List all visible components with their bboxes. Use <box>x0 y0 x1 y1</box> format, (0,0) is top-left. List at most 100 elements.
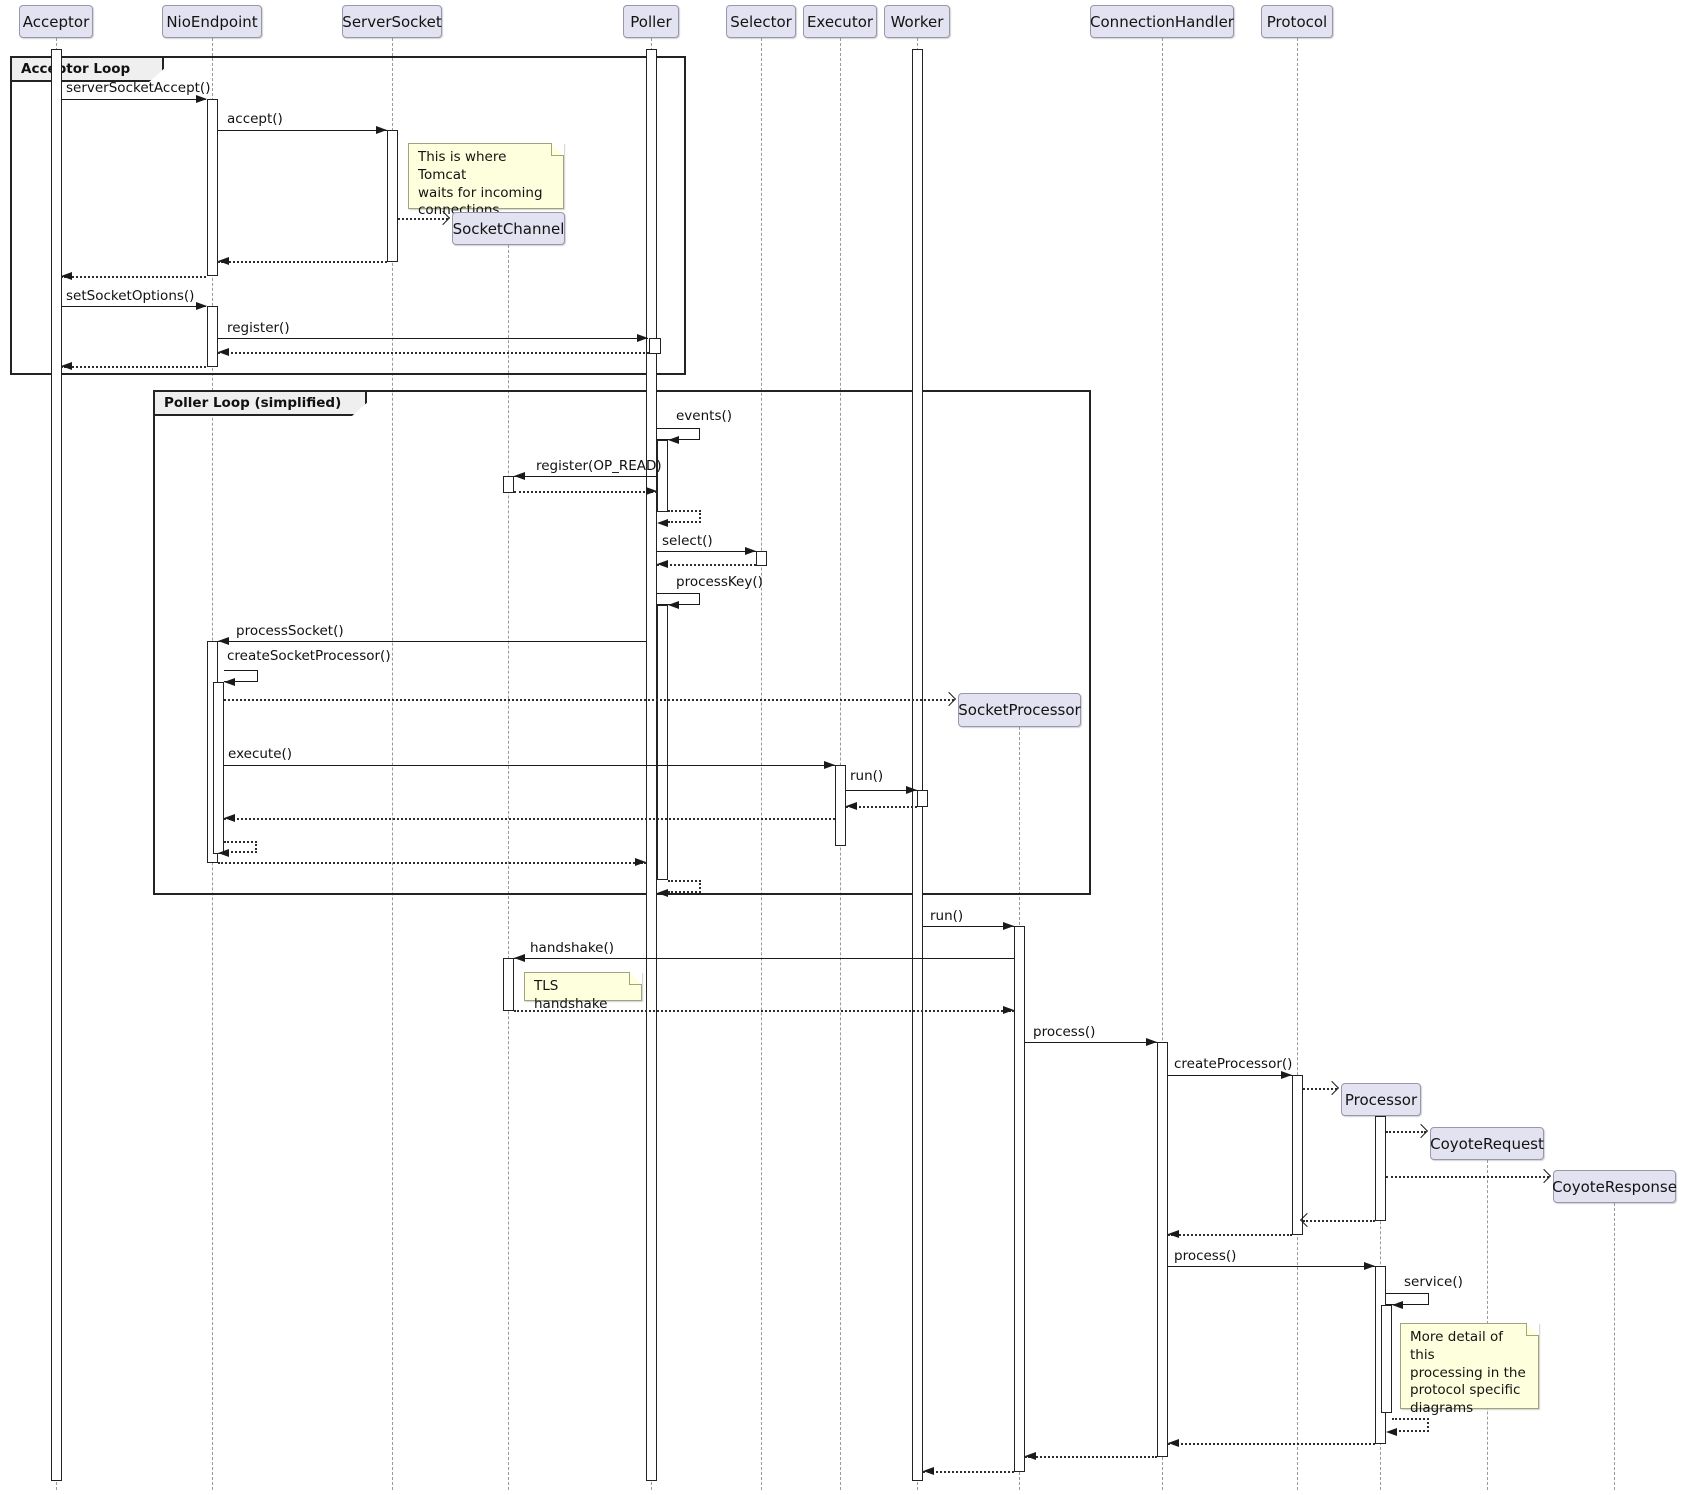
arrowhead-icon <box>846 802 857 810</box>
object-coyoteresponse: CoyoteResponse <box>1553 1170 1676 1203</box>
message-line-process-connectionhandler <box>1025 1042 1157 1043</box>
participant-executor: Executor <box>803 5 877 38</box>
frame-acceptor-loop <box>10 56 686 375</box>
self-return-service <box>1392 1418 1429 1432</box>
arrowhead-icon <box>1003 1006 1014 1014</box>
message-label: createSocketProcessor() <box>227 648 391 664</box>
self-return-processkey <box>668 880 701 893</box>
message-line-run-socketprocessor <box>923 926 1014 927</box>
return-line <box>1168 1234 1292 1236</box>
lifeline-protocol <box>1297 38 1298 1490</box>
note-tls-handshake: TLS handshake <box>524 972 642 1001</box>
message-label: serverSocketAccept() <box>66 80 210 96</box>
open-arrowhead-icon <box>1325 1081 1339 1095</box>
arrowhead-icon <box>224 678 235 686</box>
self-return-events <box>668 510 701 523</box>
message-line-process-processor <box>1168 1266 1375 1267</box>
arrowhead-icon <box>224 814 235 822</box>
arrowhead-icon <box>923 1467 934 1475</box>
open-arrowhead-icon <box>1537 1169 1551 1183</box>
arrowhead-icon <box>1364 1262 1375 1270</box>
arrowhead-icon <box>1025 1452 1036 1460</box>
participant-worker: Worker <box>884 5 950 38</box>
activation-selector <box>756 551 767 566</box>
activation-poller-events <box>657 440 668 512</box>
note-protocol-detail: More detail of this processing in the pr… <box>1400 1323 1539 1409</box>
message-label: register() <box>227 320 290 336</box>
message-label: setSocketOptions() <box>66 288 194 304</box>
arrowhead-icon <box>1386 1428 1397 1436</box>
participant-protocol: Protocol <box>1261 5 1333 38</box>
arrowhead-icon <box>906 786 917 794</box>
arrowhead-icon <box>657 560 668 568</box>
arrowhead-icon <box>668 436 679 444</box>
activation-socketprocessor <box>1014 926 1025 1472</box>
activation-worker <box>912 49 923 1481</box>
arrowhead-icon <box>61 362 72 370</box>
sequence-diagram: Acceptor Loop Poller Loop (simplified) s… <box>0 0 1682 1495</box>
activation-nioendpoint-setsocketoptions <box>207 306 218 367</box>
return-line <box>514 491 657 493</box>
message-label: run() <box>850 768 883 784</box>
object-processor: Processor <box>1341 1083 1421 1116</box>
arrowhead-icon <box>1146 1038 1157 1046</box>
note-line: waits for incoming <box>418 185 554 203</box>
message-line-register <box>218 338 648 339</box>
message-label: processSocket() <box>236 623 344 639</box>
message-label: process() <box>1033 1024 1095 1040</box>
note-line: protocol specific <box>1410 1382 1529 1400</box>
arrowhead-icon <box>668 601 679 609</box>
activation-nioendpoint-accept <box>207 99 218 276</box>
activation-processor-create <box>1375 1116 1386 1221</box>
arrowhead-icon <box>514 954 525 962</box>
participant-nioendpoint: NioEndpoint <box>162 5 262 38</box>
activation-poller-processkey <box>657 605 668 880</box>
return-line <box>61 366 206 368</box>
note-fold-line-icon <box>629 972 642 985</box>
activation-processor-service <box>1381 1305 1392 1413</box>
message-label: execute() <box>228 746 292 762</box>
object-socketchannel: SocketChannel <box>452 212 565 245</box>
message-line-execute <box>224 765 835 766</box>
message-line-createprocessor <box>1168 1075 1292 1076</box>
message-line-register-opread <box>514 476 657 477</box>
arrowhead-icon <box>637 334 648 342</box>
message-label: createProcessor() <box>1174 1056 1292 1072</box>
participant-acceptor: Acceptor <box>19 5 93 38</box>
message-line-accept <box>218 130 387 131</box>
participant-poller: Poller <box>623 5 679 38</box>
return-line <box>657 564 756 566</box>
arrowhead-icon <box>1392 1301 1403 1309</box>
message-label: select() <box>662 533 713 549</box>
note-fold-line-icon <box>551 143 564 156</box>
message-label: process() <box>1174 1248 1236 1264</box>
participant-selector: Selector <box>726 5 796 38</box>
message-label: events() <box>676 408 732 424</box>
arrowhead-icon <box>196 302 207 310</box>
activation-connectionhandler <box>1157 1042 1168 1457</box>
return-line <box>218 261 387 263</box>
activation-nioendpoint-createsocketprocessor <box>213 682 224 854</box>
arrowhead-icon <box>1168 1439 1179 1447</box>
arrowhead-icon <box>376 126 387 134</box>
frame-poller-loop-title: Poller Loop (simplified) <box>155 392 367 416</box>
arrowhead-icon <box>1281 1071 1292 1079</box>
note-line: TLS handshake <box>534 978 632 1014</box>
participant-serversocket: ServerSocket <box>342 5 442 38</box>
arrowhead-icon <box>657 889 668 897</box>
arrowhead-icon <box>218 849 229 857</box>
open-arrowhead-icon <box>1414 1124 1428 1138</box>
arrowhead-icon <box>218 348 229 356</box>
create-line-coyoteresponse <box>1386 1176 1549 1178</box>
note-line: diagrams <box>1410 1400 1529 1418</box>
return-line <box>218 862 646 864</box>
return-line <box>1025 1456 1157 1458</box>
activation-serversocket <box>387 130 398 262</box>
create-line-socketprocessor <box>224 699 954 701</box>
note-line: More detail of this <box>1410 1329 1529 1365</box>
activation-poller-register <box>649 338 661 354</box>
arrowhead-icon <box>646 487 657 495</box>
arrowhead-icon <box>824 761 835 769</box>
message-line-serversocketaccept <box>61 99 206 100</box>
return-line <box>1168 1443 1375 1445</box>
